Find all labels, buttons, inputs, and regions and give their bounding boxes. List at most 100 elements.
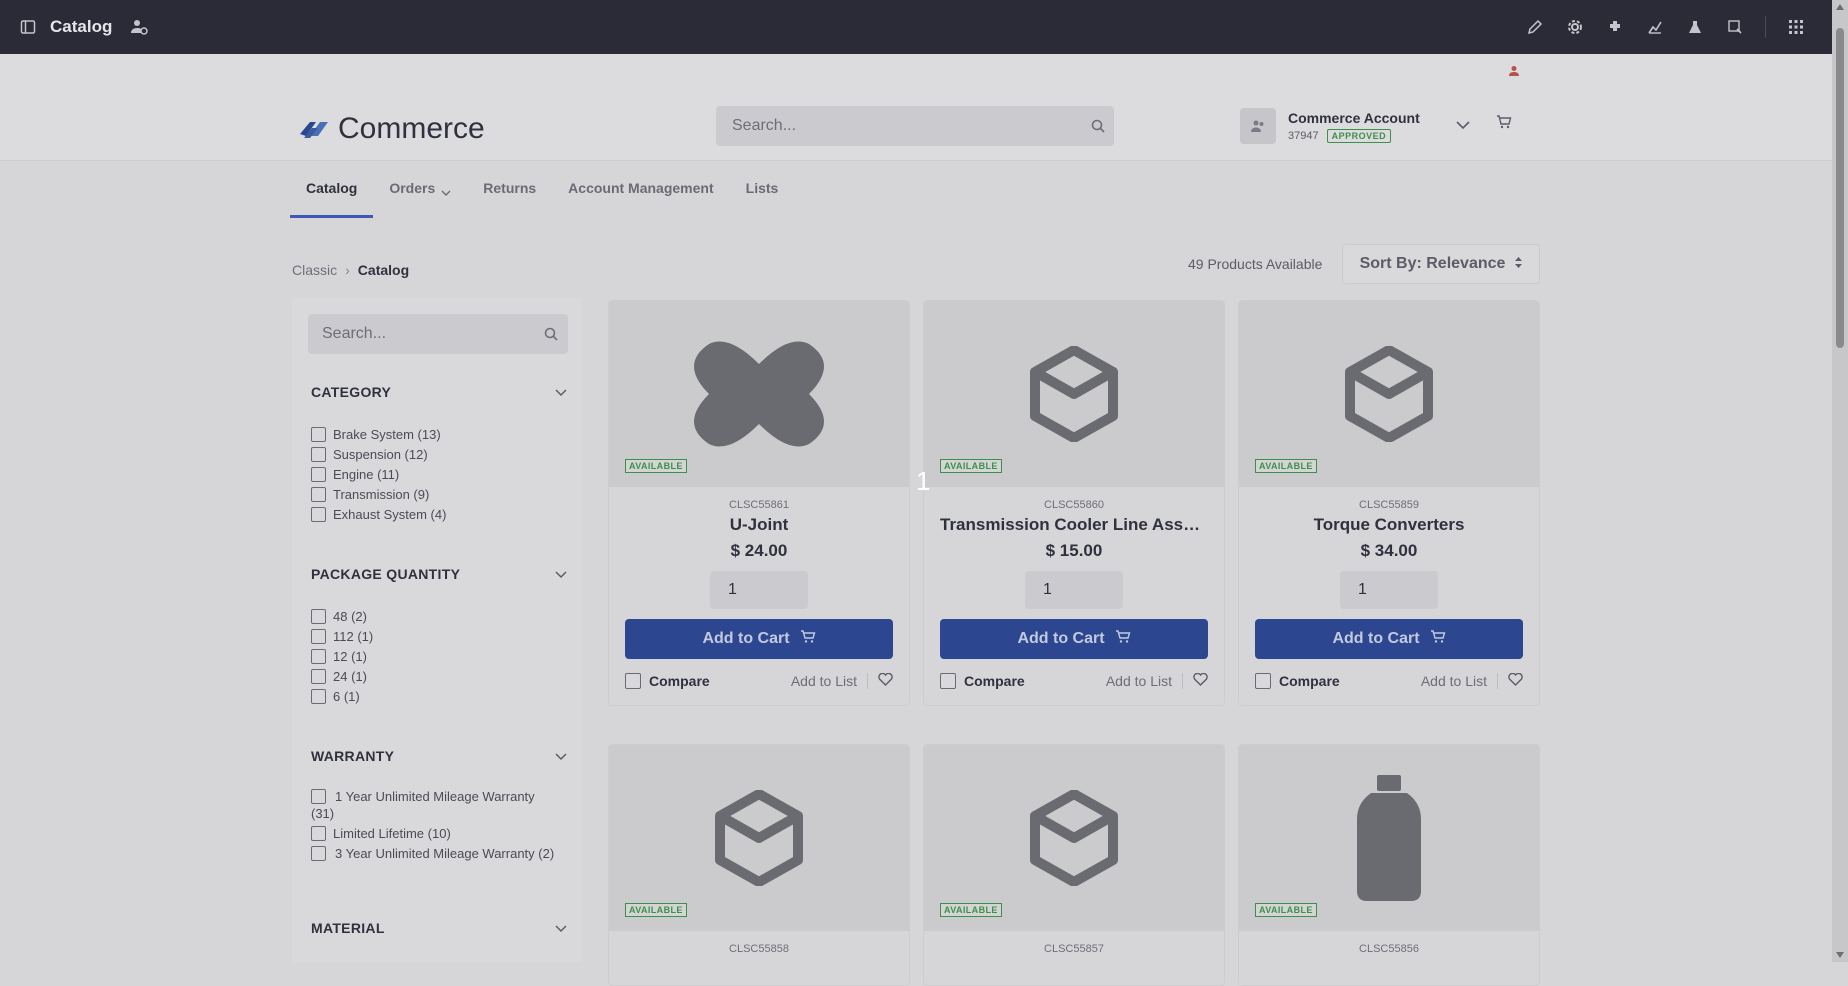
filter-option[interactable]: 6 (1): [311, 688, 567, 705]
checkbox[interactable]: [311, 467, 326, 482]
user-alert-icon[interactable]: [1508, 64, 1520, 82]
heart-icon[interactable]: [1193, 672, 1208, 689]
product-name[interactable]: Torque Converters: [1239, 515, 1539, 535]
filter-option[interactable]: Brake System (13): [311, 426, 567, 443]
tab-catalog[interactable]: Catalog: [290, 172, 374, 218]
edit-icon[interactable]: [1515, 19, 1555, 35]
apps-grid-icon[interactable]: [1776, 19, 1816, 35]
add-to-list-link[interactable]: Add to List: [1106, 673, 1172, 689]
product-card[interactable]: AVAILABLE CLSC55859 Torque Converters $ …: [1238, 300, 1540, 706]
product-sku: CLSC55861: [729, 499, 789, 511]
filter-group-header[interactable]: CATEGORY: [311, 384, 567, 400]
analytics-icon[interactable]: [1635, 19, 1675, 35]
page-scrollbar[interactable]: [1832, 0, 1848, 962]
header-search[interactable]: [716, 106, 1114, 146]
heart-icon[interactable]: [878, 672, 893, 689]
tab-returns[interactable]: Returns: [467, 172, 552, 218]
product-card[interactable]: AVAILABLE CLSC55856: [1238, 744, 1540, 986]
add-to-list-link[interactable]: Add to List: [791, 673, 857, 689]
filter-search[interactable]: [308, 314, 568, 354]
search-icon[interactable]: [534, 327, 568, 341]
chevron-down-icon[interactable]: [555, 920, 567, 936]
compare-checkbox[interactable]: [1255, 673, 1271, 689]
checkbox[interactable]: [311, 789, 326, 804]
checkbox[interactable]: [311, 609, 326, 624]
quantity-input[interactable]: [1025, 571, 1123, 609]
gear-icon[interactable]: [1555, 19, 1595, 35]
checkbox[interactable]: [311, 826, 326, 841]
filter-group-header[interactable]: PACKAGE QUANTITY: [311, 566, 567, 582]
filter-search-input[interactable]: [308, 324, 534, 344]
chevron-down-icon[interactable]: [555, 384, 567, 400]
checkbox[interactable]: [311, 487, 326, 502]
sidebar-toggle-icon[interactable]: [20, 19, 36, 35]
scroll-up-icon[interactable]: [1836, 4, 1844, 10]
filter-option[interactable]: 112 (1): [311, 628, 567, 645]
product-card[interactable]: AVAILABLE CLSC55857: [923, 744, 1225, 986]
checkbox[interactable]: [311, 669, 326, 684]
tab-orders[interactable]: Orders: [373, 172, 467, 218]
checkbox[interactable]: [311, 846, 326, 861]
filter-group-header[interactable]: MATERIAL: [311, 920, 567, 936]
filter-option[interactable]: Suspension (12): [311, 446, 567, 463]
availability-badge: AVAILABLE: [940, 903, 1002, 917]
checkbox[interactable]: [311, 649, 326, 664]
product-image[interactable]: AVAILABLE: [924, 301, 1224, 487]
add-to-cart-button[interactable]: Add to Cart: [625, 619, 893, 659]
scroll-down-icon[interactable]: [1836, 952, 1844, 958]
filter-group-header[interactable]: WARRANTY: [311, 748, 567, 764]
add-to-cart-button[interactable]: Add to Cart: [1255, 619, 1523, 659]
add-to-list-link[interactable]: Add to List: [1421, 673, 1487, 689]
checkbox[interactable]: [311, 629, 326, 644]
filter-option[interactable]: Transmission (9): [311, 486, 567, 503]
filter-option[interactable]: 3 Year Unlimited Mileage Warranty (2): [311, 845, 567, 862]
mini-cart-icon[interactable]: [1496, 114, 1512, 135]
product-image[interactable]: AVAILABLE: [609, 301, 909, 487]
puzzle-icon[interactable]: [1595, 19, 1635, 35]
search-icon[interactable]: [1082, 119, 1114, 133]
filter-option[interactable]: Engine (11): [311, 466, 567, 483]
checkbox[interactable]: [311, 507, 326, 522]
header-search-input[interactable]: [716, 116, 1082, 136]
inspect-icon[interactable]: [1715, 19, 1755, 35]
filter-option[interactable]: 12 (1): [311, 648, 567, 665]
checkbox[interactable]: [311, 447, 326, 462]
product-card[interactable]: AVAILABLE CLSC55858: [608, 744, 910, 986]
product-image[interactable]: AVAILABLE: [924, 745, 1224, 931]
breadcrumb-parent[interactable]: Classic: [292, 262, 337, 278]
quantity-input[interactable]: [710, 571, 808, 609]
brand-logo[interactable]: Commerce: [298, 112, 485, 146]
filter-option[interactable]: 48 (2): [311, 608, 567, 625]
sort-dropdown[interactable]: Sort By: Relevance: [1342, 244, 1540, 284]
add-to-cart-button[interactable]: Add to Cart: [940, 619, 1208, 659]
product-name[interactable]: Transmission Cooler Line Assem...: [924, 515, 1224, 535]
product-image[interactable]: AVAILABLE: [1239, 745, 1539, 931]
heart-icon[interactable]: [1508, 672, 1523, 689]
user-settings-icon[interactable]: [130, 18, 149, 36]
tab-account-management[interactable]: Account Management: [552, 172, 729, 218]
product-image[interactable]: AVAILABLE: [609, 745, 909, 931]
product-image[interactable]: AVAILABLE: [1239, 301, 1539, 487]
filter-option[interactable]: Limited Lifetime (10): [311, 825, 567, 842]
filter-option[interactable]: 1 Year Unlimited Mileage Warranty (31): [311, 788, 567, 822]
flask-icon[interactable]: [1675, 19, 1715, 35]
chevron-down-icon[interactable]: [555, 748, 567, 764]
quantity-input[interactable]: [1340, 571, 1438, 609]
scrollbar-thumb[interactable]: [1836, 28, 1844, 348]
availability-badge: AVAILABLE: [1255, 459, 1317, 473]
sort-arrows-icon: [1515, 255, 1523, 273]
filter-option[interactable]: 24 (1): [311, 668, 567, 685]
compare-checkbox[interactable]: [940, 673, 956, 689]
filter-option-label: 12 (1): [333, 649, 367, 664]
product-card[interactable]: AVAILABLE CLSC55861 U-Joint $ 24.00 Add …: [608, 300, 910, 706]
chevron-down-icon[interactable]: [1456, 117, 1470, 135]
compare-checkbox[interactable]: [625, 673, 641, 689]
tab-lists[interactable]: Lists: [730, 172, 795, 218]
account-selector[interactable]: Commerce Account 37947 APPROVED: [1240, 106, 1470, 146]
product-card[interactable]: AVAILABLE CLSC55860 Transmission Cooler …: [923, 300, 1225, 706]
checkbox[interactable]: [311, 689, 326, 704]
chevron-down-icon[interactable]: [555, 566, 567, 582]
checkbox[interactable]: [311, 427, 326, 442]
filter-option[interactable]: Exhaust System (4): [311, 506, 567, 523]
product-name[interactable]: U-Joint: [609, 515, 909, 535]
